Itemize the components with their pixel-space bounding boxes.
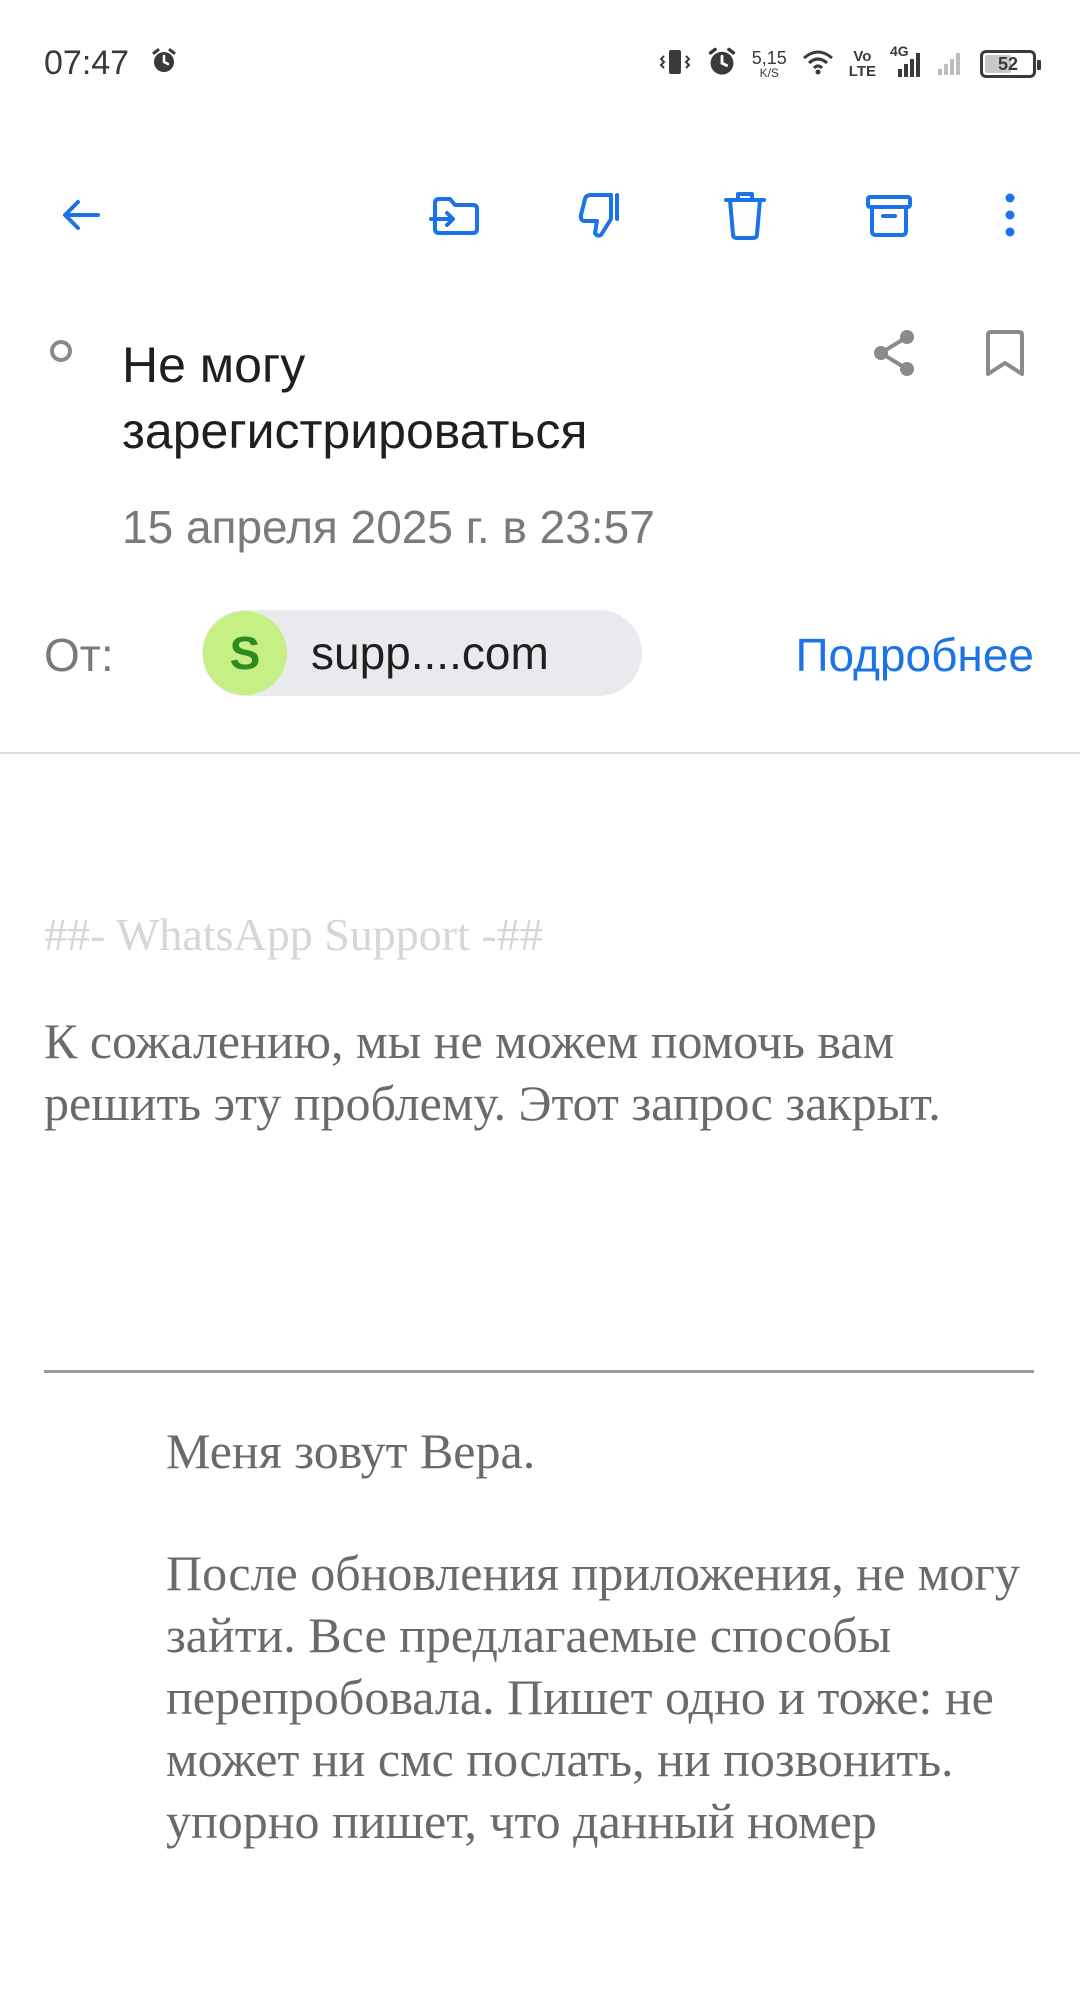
quote-divider [44,1370,1034,1373]
battery-icon: 52 [980,50,1041,78]
more-vertical-icon [1005,193,1015,237]
alarm-icon [150,47,178,80]
unread-indicator-icon[interactable] [50,340,72,362]
wifi-icon [801,48,835,81]
email-toolbar [0,170,1080,260]
volte-top: Vo [853,48,872,65]
network-speed: 5,15 K/S [752,49,787,79]
move-to-folder-button[interactable] [416,170,496,260]
bookmark-icon [986,330,1024,376]
trash-icon [724,192,766,240]
email-view-screen: 07:47 5,15 K/S Vo LTE 4G 52 Не могу заре… [0,0,1080,1994]
share-icon [874,330,914,376]
header-divider [0,752,1080,754]
quoted-paragraph: После обновления приложения, не могу зай… [166,1545,1020,1849]
network-speed-unit: K/S [759,66,779,80]
status-time: 07:47 [44,44,130,82]
move-to-folder-icon [429,197,479,235]
quoted-paragraph: Меня зовут Вера. [166,1423,536,1479]
signature-line: ##- WhatsApp Support -## [44,909,543,960]
sender-name: supp....com [311,627,549,679]
alarm-icon [706,46,738,83]
network-type: 4G [890,43,909,59]
volte-indicator: Vo LTE [849,49,876,79]
sender-chip[interactable]: S supp....com [202,610,642,696]
avatar: S [203,611,287,695]
message-date: 15 апреля 2025 г. в 23:57 [122,501,655,553]
spam-button[interactable] [560,170,640,260]
vibrate-icon [658,47,692,82]
spam-thumbs-down-icon [578,193,619,238]
details-link[interactable]: Подробнее [795,628,1034,682]
delete-button[interactable] [705,170,785,260]
share-button[interactable] [864,320,924,386]
signal-icon [936,47,966,82]
status-icons: 5,15 K/S Vo LTE 4G 52 [658,43,1041,84]
quoted-message: Меня зовут Вера. После обновления прилож… [166,1420,1046,1852]
back-arrow-icon [63,200,100,230]
more-options-button[interactable] [970,170,1050,260]
volte-bottom: LTE [848,63,876,80]
bookmark-button[interactable] [975,320,1035,386]
message-subject: Не могу зарегистрироваться [122,337,588,459]
battery-level: 52 [997,53,1019,74]
archive-button[interactable] [849,170,929,260]
from-label: От: [44,629,114,681]
signal-icon: 4G [890,43,922,79]
network-speed-value: 5,15 [751,48,787,68]
back-button[interactable] [42,170,122,260]
archive-icon [866,195,912,237]
status-bar: 07:47 5,15 K/S Vo LTE 4G 52 [0,0,1080,120]
reply-text: К сожалению, мы не можем помочь вам реши… [44,1013,941,1131]
